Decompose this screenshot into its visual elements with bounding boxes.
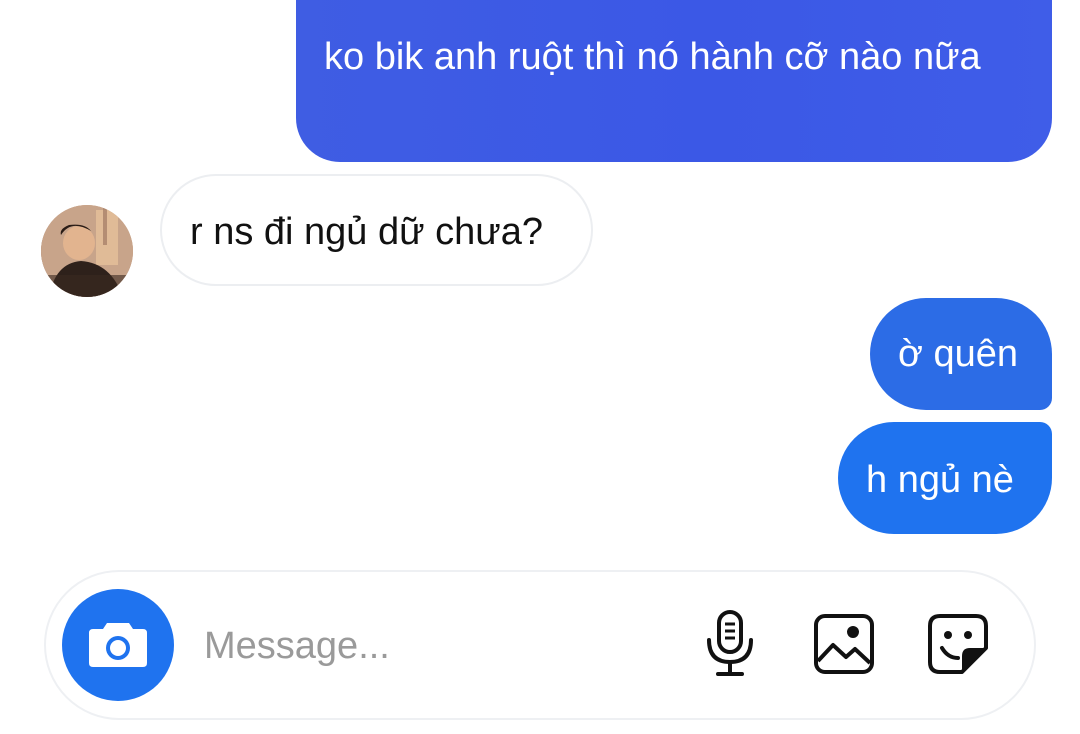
message-input[interactable]: [204, 618, 664, 674]
image-icon: [814, 614, 874, 674]
avatar-photo: [41, 205, 133, 297]
voice-message-button[interactable]: [696, 610, 764, 678]
sent-message-bubble[interactable]: h ngủ nè: [838, 422, 1052, 534]
message-text: h ngủ nè: [866, 459, 1014, 501]
gallery-button[interactable]: [810, 610, 878, 678]
avatar[interactable]: [41, 205, 133, 297]
camera-icon: [89, 623, 147, 667]
message-text: ờ quên: [898, 333, 1019, 375]
message-text: ko bik anh ruột thì nó hành cỡ nào nữa: [324, 36, 981, 78]
sticker-button[interactable]: [924, 610, 992, 678]
received-message-bubble[interactable]: r ns đi ngủ dữ chưa?: [160, 174, 593, 286]
sent-message-bubble[interactable]: ko bik anh ruột thì nó hành cỡ nào nữa: [296, 0, 1052, 162]
chat-screen: ko bik anh ruột thì nó hành cỡ nào nữa r…: [0, 0, 1080, 734]
sticker-icon: [928, 614, 988, 674]
message-text: r ns đi ngủ dữ chưa?: [190, 211, 543, 253]
sent-message-bubble[interactable]: ờ quên: [870, 298, 1052, 410]
microphone-icon: [707, 610, 753, 676]
camera-button[interactable]: [62, 589, 174, 701]
